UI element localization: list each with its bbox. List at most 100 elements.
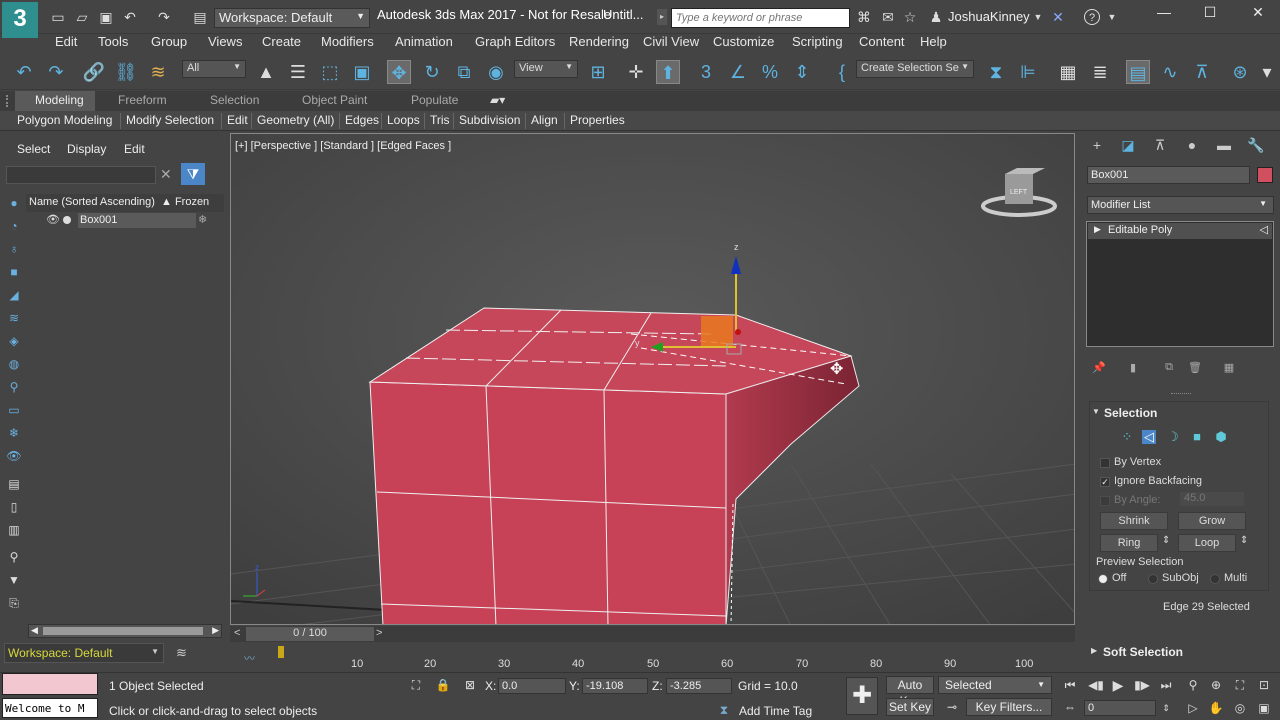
display-shapes-icon[interactable]: ◔ bbox=[6, 219, 22, 233]
panel-properties[interactable]: Properties bbox=[570, 113, 625, 127]
ignore-backfacing-checkbox[interactable]: ✓ bbox=[1100, 477, 1110, 487]
menu-views[interactable]: Views bbox=[208, 34, 242, 49]
menu-animation[interactable]: Animation bbox=[395, 34, 453, 49]
motion-tab-icon[interactable]: ● bbox=[1181, 137, 1203, 157]
undo-icon[interactable]: ↶ bbox=[122, 9, 138, 25]
zoom-all-icon[interactable]: ⊕ bbox=[1208, 677, 1224, 693]
modifier-list-dropdown[interactable]: Modifier List ▼ bbox=[1087, 196, 1274, 214]
soft-selection-rollout[interactable]: ▶ Soft Selection bbox=[1089, 643, 1269, 661]
panel-polygon-modeling[interactable]: Polygon Modeling bbox=[17, 113, 112, 127]
mirror-icon[interactable]: ⧗ bbox=[984, 60, 1008, 84]
username[interactable]: JoshuaKinney bbox=[948, 9, 1030, 24]
curve-editor-mini-icon[interactable]: 〰 bbox=[244, 650, 255, 666]
configure-modifier-sets-icon[interactable]: ▦ bbox=[1221, 361, 1237, 375]
preview-off-radio[interactable] bbox=[1098, 574, 1108, 584]
viewport-canvas[interactable]: z y ✥ LEFT z bbox=[231, 134, 1075, 625]
key-mode-toggle-icon[interactable]: ⇔ bbox=[1062, 699, 1078, 715]
communication-center-icon[interactable]: ✉ bbox=[880, 9, 896, 25]
selection-filter-dropdown[interactable]: All ▼ bbox=[182, 60, 246, 78]
key-filter-icon[interactable]: ⊸ bbox=[944, 699, 960, 715]
by-angle-spinner[interactable]: 45.0 bbox=[1180, 492, 1244, 506]
rollout-expand-icon[interactable]: ▶ bbox=[1091, 646, 1097, 655]
panel-loops[interactable]: Loops bbox=[387, 113, 420, 127]
visibility-eye-icon[interactable]: 👁 bbox=[46, 213, 60, 226]
scene-list-row[interactable]: 👁 Box001 ❄ bbox=[26, 212, 222, 229]
go-to-end-icon[interactable]: ⏭ bbox=[1158, 677, 1174, 693]
named-selection-sets-dropdown[interactable]: Create Selection Se ▼ bbox=[856, 60, 974, 78]
freeze-snowflake-icon[interactable]: ❄ bbox=[198, 213, 207, 226]
filter-icon[interactable]: ⧩ bbox=[181, 163, 205, 185]
panel-align[interactable]: Align bbox=[531, 113, 558, 127]
ribbon-toggle-icon[interactable]: ▤ bbox=[1126, 60, 1150, 84]
panel-subdivision[interactable]: Subdivision bbox=[459, 113, 520, 127]
ribbon-options-icon[interactable]: ▰▾ bbox=[490, 93, 505, 107]
workspace-selector[interactable]: Workspace: Default ▼ bbox=[4, 643, 164, 663]
menu-create[interactable]: Create bbox=[262, 34, 301, 49]
display-xrefs-icon[interactable]: ◍ bbox=[6, 357, 22, 371]
favorites-star-icon[interactable]: ☆ bbox=[902, 9, 918, 25]
menu-graph-editors[interactable]: Graph Editors bbox=[475, 34, 555, 49]
selection-lock-icon[interactable]: 🔒 bbox=[435, 677, 451, 693]
maximize-viewport-icon[interactable]: ▣ bbox=[1256, 700, 1272, 716]
vertex-mode-icon[interactable]: ⁘ bbox=[1120, 430, 1134, 444]
add-time-tag-button[interactable]: Add Time Tag bbox=[739, 704, 812, 718]
time-prev-icon[interactable]: < bbox=[234, 627, 240, 639]
display-containers-icon[interactable]: ▭ bbox=[6, 403, 22, 417]
workspace-dropdown[interactable]: Workspace: Default ▼ bbox=[214, 8, 370, 28]
expand-triangle-icon[interactable]: ▶ bbox=[1094, 224, 1101, 235]
time-next-icon[interactable]: > bbox=[376, 627, 382, 639]
pin-stack-icon[interactable]: 📌 bbox=[1091, 361, 1107, 375]
remove-modifier-icon[interactable]: 🗑 bbox=[1187, 361, 1203, 375]
frame-spinner-icon[interactable]: ⇕ bbox=[1158, 700, 1174, 716]
redo-icon[interactable]: ↷ bbox=[156, 9, 172, 25]
menu-scripting[interactable]: Scripting bbox=[792, 34, 843, 49]
orbit-icon[interactable]: ◎ bbox=[1232, 700, 1248, 716]
user-icon[interactable]: ♟ bbox=[928, 9, 944, 25]
scene-menu-select[interactable]: Select bbox=[17, 142, 50, 156]
reference-coordinate-dropdown[interactable]: View ▼ bbox=[514, 60, 578, 78]
set-key-button[interactable]: Set Key bbox=[886, 698, 934, 716]
app-logo[interactable]: 3 bbox=[2, 2, 38, 38]
absolute-relative-toggle-icon[interactable]: ⊠ bbox=[462, 677, 478, 693]
keyboard-shortcut-override-icon[interactable]: ⬆ bbox=[656, 60, 680, 84]
panel-tris[interactable]: Tris bbox=[430, 113, 450, 127]
link-icon[interactable]: 🔗 bbox=[82, 60, 106, 84]
isolate-selection-icon[interactable]: ⛶ bbox=[408, 677, 424, 693]
rollout-collapse-icon[interactable]: ▼ bbox=[1092, 407, 1100, 416]
tab-object-paint[interactable]: Object Paint bbox=[302, 93, 367, 107]
panel-modify-selection[interactable]: Modify Selection bbox=[126, 113, 214, 127]
material-editor-icon[interactable]: ⊛ bbox=[1228, 60, 1252, 84]
by-vertex-checkbox[interactable] bbox=[1100, 458, 1110, 468]
tab-modeling[interactable]: Modeling bbox=[15, 91, 95, 111]
menu-group[interactable]: Group bbox=[151, 34, 187, 49]
menu-rendering[interactable]: Rendering bbox=[569, 34, 629, 49]
scroll-right-icon[interactable]: ▶ bbox=[212, 625, 219, 636]
scene-search-input[interactable] bbox=[6, 166, 156, 184]
column-frozen-header[interactable]: ▲ Frozen bbox=[161, 196, 209, 208]
menu-tools[interactable]: Tools bbox=[98, 34, 128, 49]
polygon-mode-icon[interactable]: ■ bbox=[1190, 430, 1204, 444]
hierarchy-tab-icon[interactable]: ⊼ bbox=[1149, 137, 1171, 157]
toolbar-overflow-icon[interactable]: ▾ bbox=[1258, 60, 1276, 84]
menu-content[interactable]: Content bbox=[859, 34, 905, 49]
display-none-icon[interactable]: ▯ bbox=[6, 500, 22, 514]
auto-key-button[interactable]: Auto Key bbox=[886, 676, 934, 708]
menu-edit[interactable]: Edit bbox=[55, 34, 77, 49]
edit-named-selection-icon[interactable]: { bbox=[830, 60, 854, 84]
object-name-box001[interactable]: Box001 bbox=[78, 213, 196, 228]
rectangular-selection-icon[interactable]: ⬚ bbox=[318, 60, 342, 84]
display-lights-icon[interactable]: ♁ bbox=[6, 242, 22, 256]
redo-icon[interactable]: ↷ bbox=[44, 60, 68, 84]
grow-button[interactable]: Grow bbox=[1178, 512, 1246, 530]
zoom-extents-all-icon[interactable]: ⊡ bbox=[1256, 677, 1272, 693]
clear-search-icon[interactable]: ✕ bbox=[160, 166, 176, 184]
select-rotate-icon[interactable]: ↻ bbox=[420, 60, 444, 84]
panel-edit[interactable]: Edit bbox=[227, 113, 248, 127]
modify-tab-icon[interactable]: ◪ bbox=[1117, 137, 1139, 157]
angle-snap-icon[interactable]: ∠ bbox=[726, 60, 750, 84]
time-slider-thumb[interactable]: 0 / 100 bbox=[246, 627, 374, 641]
chevron-down-icon[interactable]: ▼ bbox=[1104, 9, 1120, 25]
curve-editor-icon[interactable]: ∿ bbox=[1158, 60, 1182, 84]
utilities-tab-icon[interactable]: 🔧 bbox=[1245, 137, 1267, 157]
create-tab-icon[interactable]: + bbox=[1086, 137, 1108, 157]
